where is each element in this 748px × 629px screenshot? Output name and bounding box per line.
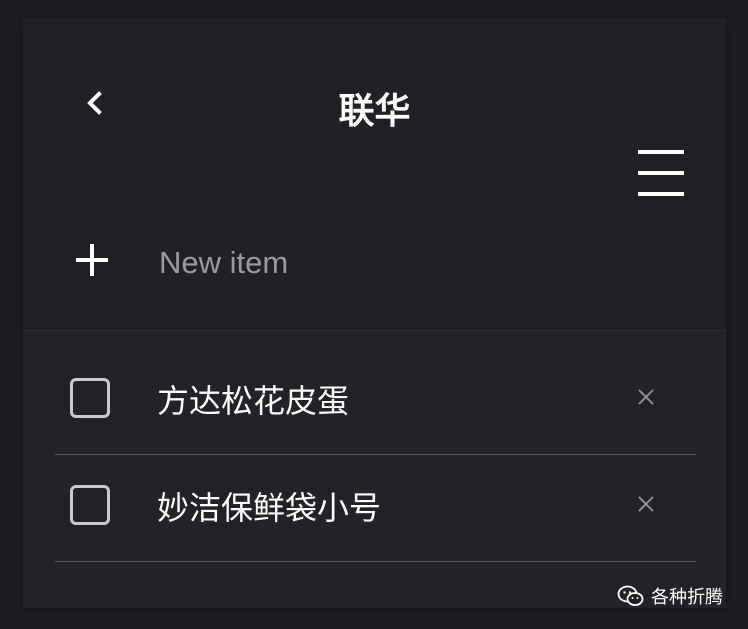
item-list: 方达松花皮蛋 妙洁保鲜袋小号 <box>55 348 696 562</box>
watermark: 各种折腾 <box>617 583 723 609</box>
item-label: 方达松花皮蛋 <box>157 382 350 420</box>
item-checkbox[interactable] <box>70 378 110 418</box>
delete-item-button[interactable] <box>635 493 657 515</box>
add-item-button[interactable] <box>74 242 110 278</box>
hamburger-menu-icon <box>638 171 684 175</box>
list-item: 妙洁保鲜袋小号 <box>55 455 696 562</box>
delete-item-button[interactable] <box>635 386 657 408</box>
hamburger-menu-icon <box>638 192 684 196</box>
list-item: 方达松花皮蛋 <box>55 348 696 455</box>
item-checkbox[interactable] <box>70 485 110 525</box>
shopping-list-card: 联华 方达松花皮蛋 妙洁保鲜袋小号 <box>23 18 726 608</box>
hamburger-menu-icon <box>638 150 684 154</box>
item-label: 妙洁保鲜袋小号 <box>157 489 382 527</box>
new-item-input[interactable] <box>155 240 679 286</box>
page-title: 联华 <box>338 91 411 132</box>
menu-button[interactable] <box>635 148 689 198</box>
wechat-icon <box>617 585 644 606</box>
list-header: 联华 <box>23 18 726 331</box>
watermark-text: 各种折腾 <box>651 587 723 608</box>
